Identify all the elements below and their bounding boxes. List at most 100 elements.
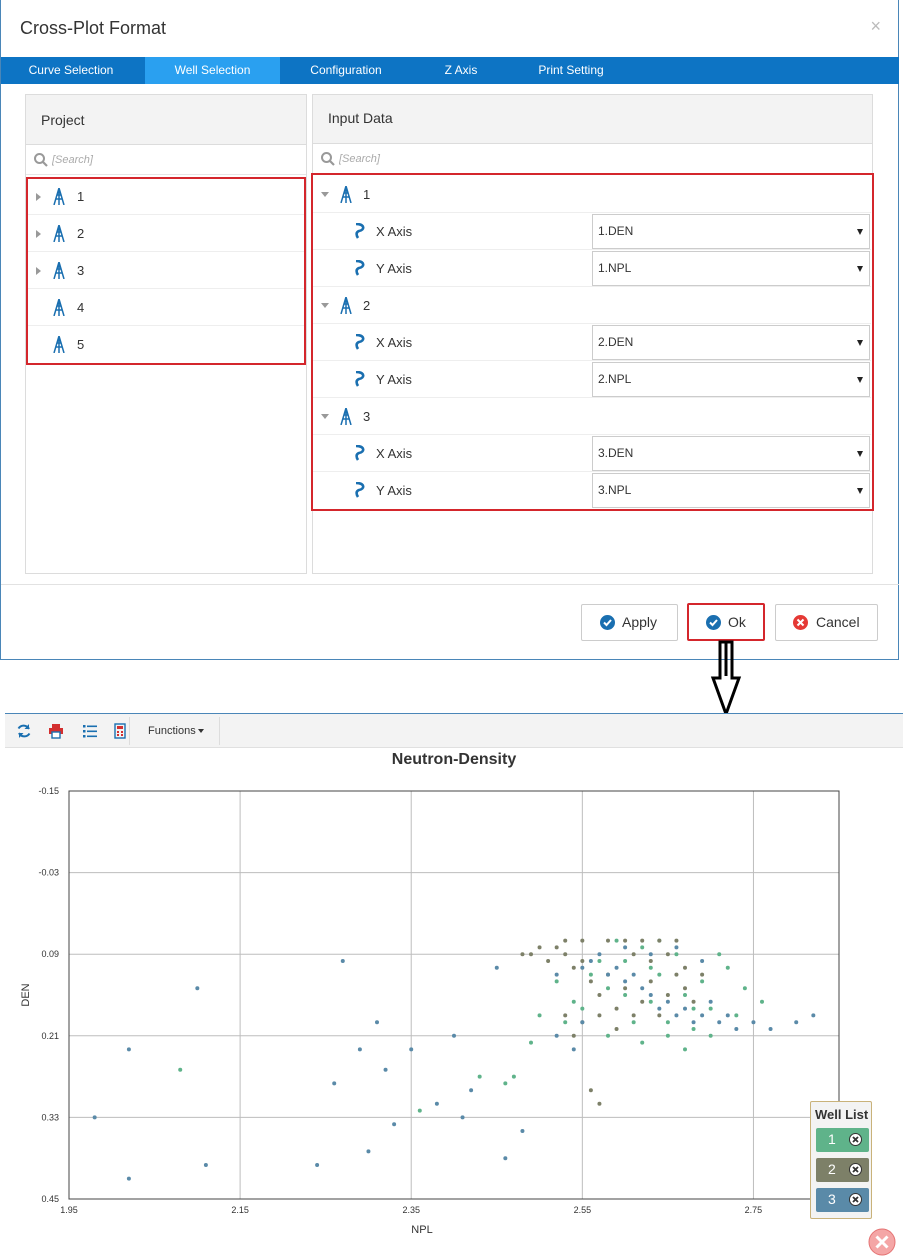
tab-well-selection[interactable]: Well Selection [145,57,280,84]
data-point-1 [648,999,653,1004]
data-point-1 [708,1006,713,1011]
project-search-input[interactable] [50,150,290,170]
tab-configuration[interactable]: Configuration [281,57,411,84]
oil-rig-icon [53,188,65,205]
project-well-row[interactable]: 2 [28,215,304,252]
x-axis-curve-select[interactable]: 2.DEN [592,325,870,360]
y-axis-curve-value: 2.NPL [598,372,632,386]
data-point-1 [623,993,628,997]
remove-icon[interactable] [849,1133,862,1146]
cross-plot-window: Functions Neutron-Density 1.95 2.15 2.35 2.… [5,713,903,1256]
cancel-button-label: Cancel [816,614,860,630]
apply-button-label: Apply [622,614,658,630]
input-well-row[interactable]: 3 [313,398,871,435]
input-well-label: 1 [363,187,371,202]
data-point-1 [606,986,610,991]
input-well-label: 2 [363,298,371,313]
data-point-2 [571,965,576,970]
input-well-row[interactable]: 2 [313,287,871,324]
input-search-input[interactable] [337,149,577,169]
ok-button[interactable]: Ok [687,603,765,641]
cross-plot-format-dialog: Cross-Plot Format × Curve Selection Well… [0,0,899,660]
remove-icon[interactable] [849,1163,862,1176]
data-point-1 [742,986,747,991]
remove-icon[interactable] [849,1193,862,1206]
tab-print-setting[interactable]: Print Setting [511,57,631,84]
search-icon [34,153,48,167]
project-well-row[interactable]: 4 [28,289,304,326]
y-axis-curve-value: 3.NPL [598,483,632,497]
data-point-2 [537,945,542,950]
data-point-2 [588,979,593,984]
data-point-3 [717,1020,722,1025]
data-point-1 [477,1074,482,1079]
collapse-caret-icon[interactable] [321,414,329,419]
close-chart-icon[interactable] [868,1228,896,1256]
y-axis-curve-select[interactable]: 3.NPL [592,473,870,508]
oil-rig-icon [53,336,65,353]
scatter-plot[interactable]: 1.95 2.15 2.35 2.55 2.75 -0.15 -0.03 0.09 0.21 0.… [5,714,903,1241]
well-list-item[interactable]: 2 [816,1158,869,1182]
expand-caret-icon[interactable] [36,267,41,275]
data-point-3 [768,1027,773,1031]
tab-bar: Curve Selection Well Selection Configura… [1,57,899,84]
data-point-1 [511,1074,516,1079]
data-point-3 [580,1020,585,1025]
data-point-3 [691,1020,696,1025]
data-point-1 [554,979,559,984]
tab-z-axis[interactable]: Z Axis [411,57,511,84]
x-axis-curve-value: 2.DEN [598,335,634,349]
data-point-3 [571,1047,576,1052]
y-axis-curve-select[interactable]: 1.NPL [592,251,870,286]
close-icon[interactable]: × [870,16,881,37]
data-point-2 [606,938,610,943]
data-point-1 [597,959,602,963]
input-well-row[interactable]: 1 [313,176,871,213]
oil-rig-icon [340,297,352,314]
dropdown-arrow-icon [857,229,863,235]
data-point-1 [708,1033,713,1038]
expand-caret-icon[interactable] [36,193,41,201]
data-point-3 [580,965,585,970]
data-point-2 [674,938,679,943]
x-axis-curve-value: 1.DEN [598,224,634,238]
oil-rig-icon [53,225,65,242]
data-point-3 [674,1013,679,1018]
cancel-button[interactable]: Cancel [775,604,878,641]
y-axis-row: Y Axis 1.NPL [313,250,871,287]
dropdown-arrow-icon [857,377,863,383]
project-well-row[interactable]: 1 [28,178,304,215]
project-well-row[interactable]: 3 [28,252,304,289]
curve-icon [355,371,365,387]
data-point-3 [648,952,653,957]
x-tick-label: 1.95 [60,1205,78,1215]
x-tick-label: 2.15 [231,1205,249,1215]
expand-caret-icon[interactable] [36,230,41,238]
data-point-3 [340,959,345,963]
oil-rig-icon [340,186,352,203]
data-point-1 [580,1006,585,1011]
ok-button-label: Ok [728,614,746,630]
y-axis-row: Y Axis 3.NPL [313,472,871,509]
data-point-2 [563,1013,568,1018]
data-point-3 [503,1156,508,1161]
data-point-1 [640,945,645,950]
tab-curve-selection[interactable]: Curve Selection [1,57,141,84]
y-axis-label: Y Axis [376,483,412,498]
data-point-3 [203,1163,208,1167]
collapse-caret-icon[interactable] [321,192,329,197]
data-point-3 [588,959,593,963]
data-point-2 [614,1006,619,1011]
well-list-item[interactable]: 1 [816,1128,869,1152]
collapse-caret-icon[interactable] [321,303,329,308]
x-axis-curve-select[interactable]: 3.DEN [592,436,870,471]
data-point-3 [375,1020,379,1025]
y-axis-curve-select[interactable]: 2.NPL [592,362,870,397]
project-well-row[interactable]: 5 [28,326,304,363]
well-list-item-label: 3 [828,1191,836,1207]
dropdown-arrow-icon [857,488,863,494]
x-axis-curve-select[interactable]: 1.DEN [592,214,870,249]
well-list-item[interactable]: 3 [816,1188,869,1212]
data-point-2 [683,986,687,991]
apply-button[interactable]: Apply [581,604,678,641]
